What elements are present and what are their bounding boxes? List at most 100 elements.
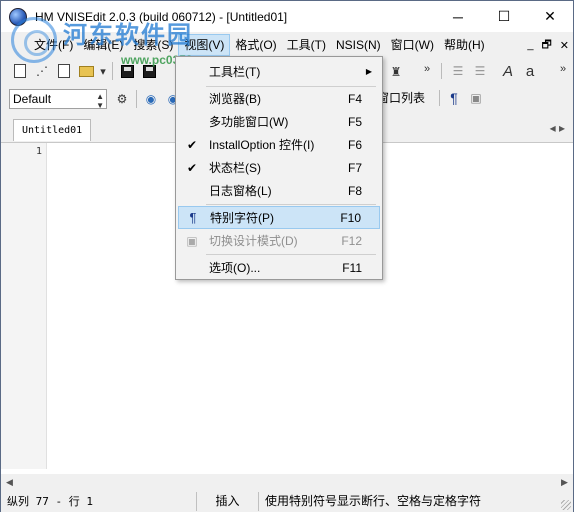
view-menu-item-special-chars[interactable]: ¶ 特别字符(P) F10	[178, 206, 380, 229]
horizontal-scrollbar[interactable]: ◀ ▶	[1, 474, 573, 491]
close-button[interactable]: ✕	[527, 1, 573, 32]
status-message: 使用特别符号显示断行、空格与定格字符	[265, 494, 482, 508]
tab-untitled01[interactable]: Untitled01	[13, 119, 92, 141]
menu-item-shortcut: F7	[347, 160, 362, 175]
toolbar-overflow-icon[interactable]: »	[421, 63, 433, 75]
view-menu-item-toolbars[interactable]: 工具栏(T) ▶	[178, 60, 380, 83]
menu-item-label: 切换设计模式(D)	[209, 234, 298, 248]
view-menu-item-log-pane[interactable]: 日志窗格(L) F8	[178, 179, 380, 202]
menu-item-shortcut: F4	[347, 91, 362, 106]
menu-item-label: 浏览器(B)	[209, 92, 261, 106]
menu-search[interactable]: 搜索(S)	[128, 34, 178, 56]
new-document-icon	[14, 64, 26, 78]
window-list-button[interactable]: 窗口列表	[377, 89, 425, 106]
menu-bar: 文件(F) 编辑(E) 搜索(S) 视图(V) 格式(O) 工具(T) NSIS…	[1, 34, 573, 56]
menu-help[interactable]: 帮助(H)	[439, 34, 490, 56]
menu-nsis[interactable]: NSIS(N)	[331, 34, 386, 56]
style-settings-button[interactable]: ⚙	[111, 88, 133, 110]
tab-scroll-arrows[interactable]: ◂ ▸	[550, 121, 565, 135]
checkmark-icon: ✔	[186, 137, 198, 152]
menu-tools[interactable]: 工具(T)	[282, 34, 331, 56]
menu-format[interactable]: 格式(O)	[230, 34, 281, 56]
globe-icon: ◉	[145, 92, 157, 106]
toolbar-separator	[441, 63, 442, 79]
menu-item-label: 特别字符(P)	[210, 211, 274, 225]
toolbar-separator	[136, 90, 137, 108]
outdent-icon: ☰	[474, 64, 486, 78]
menu-item-label: 工具栏(T)	[209, 65, 261, 79]
italic-a-button[interactable]: A	[497, 60, 519, 82]
open-button[interactable]	[75, 60, 97, 82]
style-combo-value: Default	[13, 92, 52, 106]
resize-grip-icon[interactable]	[561, 500, 571, 510]
view-menu-item-multi-window[interactable]: 多功能窗口(W) F5	[178, 110, 380, 133]
wizard-button[interactable]: ⋰	[31, 60, 53, 82]
lowercase-button[interactable]: a	[519, 60, 541, 82]
scroll-right-icon[interactable]: ▶	[556, 477, 573, 488]
view-menu-item-installoption[interactable]: ✔ InstallOption 控件(I) F6	[178, 133, 380, 156]
menu-item-shortcut: F10	[340, 210, 361, 225]
pilcrow-button[interactable]: ¶	[443, 87, 465, 109]
submenu-arrow-icon: ▶	[365, 67, 372, 76]
menu-separator	[206, 254, 376, 255]
menu-view[interactable]: 视图(V)	[178, 34, 231, 56]
folder-open-icon	[78, 65, 94, 77]
template-button[interactable]	[53, 60, 75, 82]
style-combo[interactable]: Default ▲ ▼	[9, 89, 107, 110]
menu-item-shortcut: F11	[342, 260, 362, 275]
view-menu-item-statusbar[interactable]: ✔ 状态栏(S) F7	[178, 156, 380, 179]
design-mode-button[interactable]: ▣	[465, 87, 487, 109]
mdi-restore-button[interactable]: 🗗	[541, 36, 551, 55]
save-disk-icon	[120, 64, 134, 78]
compile-icon: ♜	[390, 65, 402, 79]
outdent-button[interactable]: ☰	[469, 60, 491, 82]
view-menu-item-options[interactable]: 选项(O)... F11	[178, 256, 380, 279]
status-bar: 纵列 77 - 行 1 插入 使用特别符号显示断行、空格与定格字符	[1, 491, 573, 512]
menu-file[interactable]: 文件(F)	[29, 34, 78, 56]
window-controls: ─ ☐ ✕	[435, 1, 573, 32]
menu-item-label: 多功能窗口(W)	[209, 115, 289, 129]
toolbar-separator	[112, 62, 113, 80]
open-dropdown-icon[interactable]: ▾	[97, 65, 109, 78]
pilcrow-icon: ¶	[189, 210, 197, 225]
mdi-minimize-button[interactable]: _	[527, 39, 533, 51]
menu-item-label: 日志窗格(L)	[209, 184, 272, 198]
magic-wand-icon: ⋰	[36, 64, 48, 78]
app-window: HM VNISEdit 2.0.3 (build 060712) - [Unti…	[0, 0, 574, 512]
indent-button[interactable]: ☰	[447, 60, 469, 82]
menu-item-shortcut: F5	[347, 114, 362, 129]
mdi-close-button[interactable]: ✕	[560, 39, 569, 52]
network-button[interactable]: ◉	[140, 88, 162, 110]
template-icon	[58, 64, 70, 78]
cursor-position: 纵列 77 - 行 1	[1, 492, 197, 511]
menu-item-label: 状态栏(S)	[209, 161, 261, 175]
menu-item-label: InstallOption 控件(I)	[209, 138, 315, 152]
maximize-button[interactable]: ☐	[481, 1, 527, 32]
palette-icon: ⚙	[116, 92, 128, 106]
insert-mode: 插入	[197, 492, 259, 511]
menu-item-shortcut: F12	[341, 233, 362, 248]
menu-item-shortcut: F8	[347, 183, 362, 198]
view-menu-item-design-mode[interactable]: ▣ 切换设计模式(D) F12	[178, 229, 380, 252]
view-menu-dropdown: 工具栏(T) ▶ 浏览器(B) F4 多功能窗口(W) F5 ✔ Install…	[175, 56, 383, 280]
line-number: 1	[35, 146, 42, 157]
save-all-button[interactable]	[138, 60, 160, 82]
new-file-button[interactable]	[9, 60, 31, 82]
save-button[interactable]	[116, 60, 138, 82]
menu-item-label: 选项(O)...	[209, 261, 261, 275]
toolbar-overflow-icon-2[interactable]: »	[557, 63, 569, 75]
app-globe-icon	[9, 7, 27, 26]
menu-edit[interactable]: 编辑(E)	[78, 34, 128, 56]
view-menu-item-browser[interactable]: 浏览器(B) F4	[178, 87, 380, 110]
toolbar-separator	[439, 90, 440, 106]
checkmark-icon: ✔	[186, 160, 198, 175]
minimize-button[interactable]: ─	[435, 1, 481, 32]
compile-button[interactable]: ♜	[385, 61, 407, 83]
title-bar[interactable]: HM VNISEdit 2.0.3 (build 060712) - [Unti…	[1, 1, 573, 32]
design-mode-icon: ▣	[186, 233, 198, 248]
combo-arrows-icon: ▲ ▼	[96, 92, 104, 110]
scroll-left-icon[interactable]: ◀	[1, 477, 18, 488]
save-all-icon	[142, 64, 156, 78]
window-title: HM VNISEdit 2.0.3 (build 060712) - [Unti…	[35, 9, 288, 24]
menu-window[interactable]: 窗口(W)	[386, 34, 439, 56]
